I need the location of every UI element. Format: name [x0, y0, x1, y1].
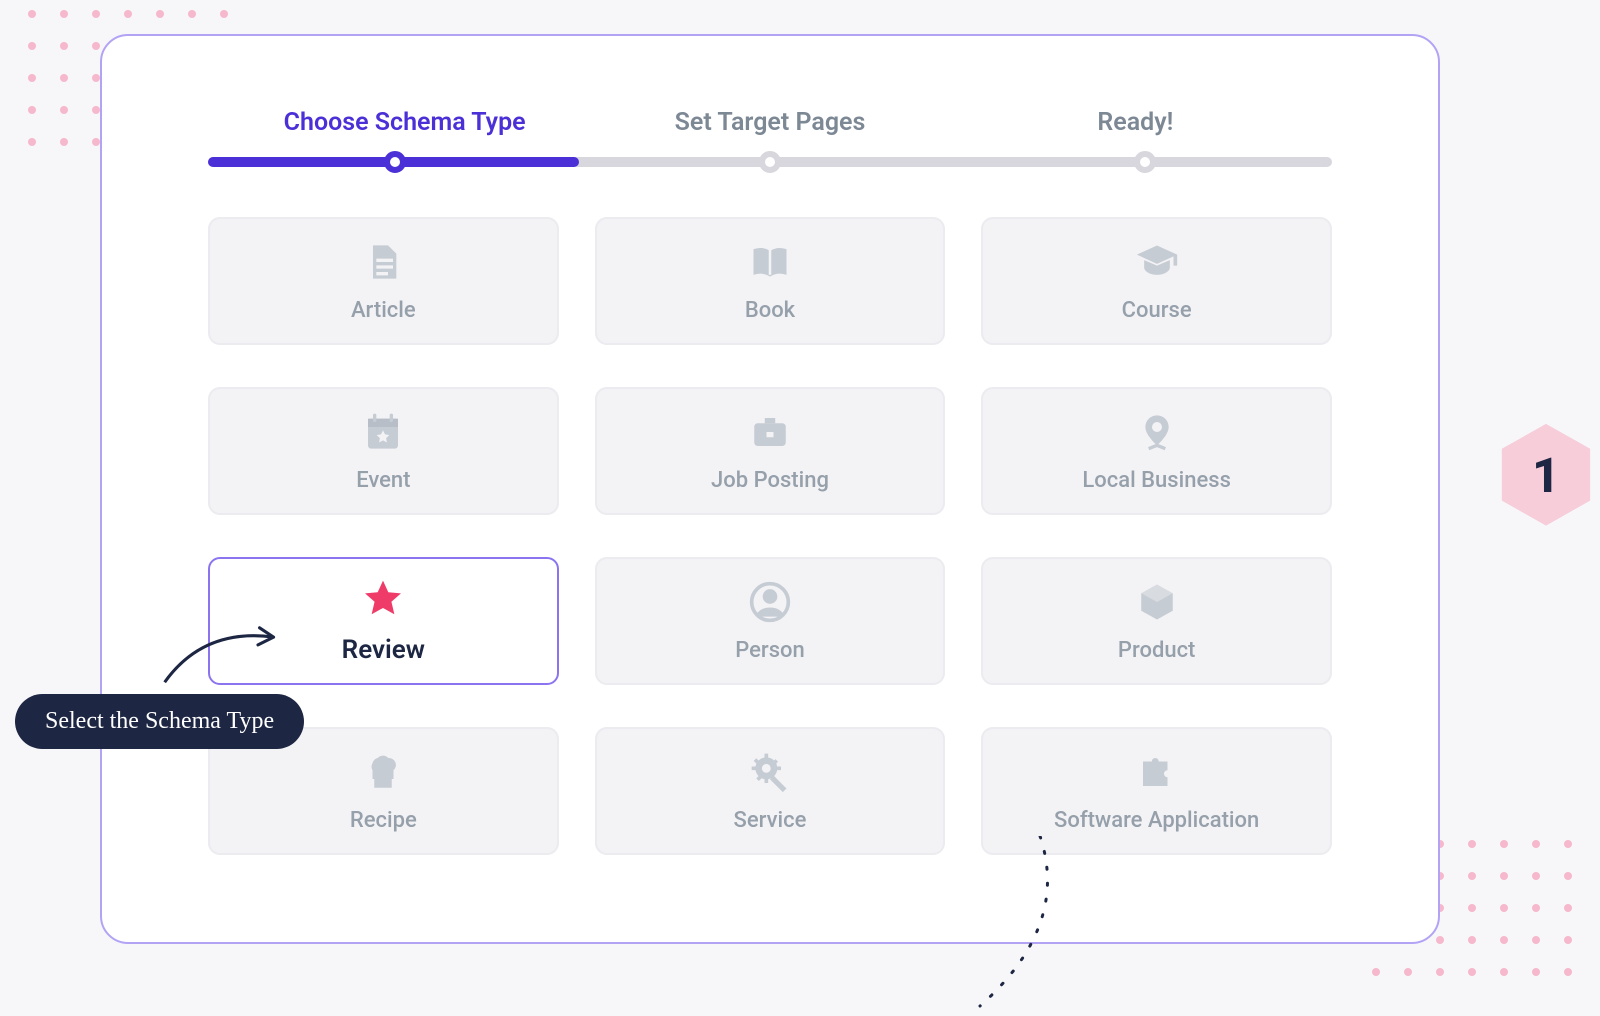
tile-label: Software Application — [1054, 808, 1259, 833]
tile-label: Event — [356, 468, 410, 493]
progress-stepper: Choose Schema Type Set Target Pages Read… — [208, 108, 1332, 167]
tile-label: Job Posting — [711, 468, 829, 493]
step-dot-1[interactable] — [384, 151, 406, 173]
tile-label: Course — [1122, 298, 1192, 323]
star-icon — [361, 577, 405, 621]
stepper-track — [208, 157, 1332, 167]
user-circle-icon — [748, 580, 792, 624]
step-label-1[interactable]: Choose Schema Type — [222, 108, 587, 137]
tile-course[interactable]: Course — [981, 217, 1332, 345]
tile-article[interactable]: Article — [208, 217, 559, 345]
schema-wizard-panel: Choose Schema Type Set Target Pages Read… — [100, 34, 1440, 944]
briefcase-icon — [748, 410, 792, 454]
gear-wrench-icon — [748, 750, 792, 794]
step-label-2[interactable]: Set Target Pages — [587, 108, 952, 137]
step-dot-3[interactable] — [1134, 151, 1156, 173]
tile-book[interactable]: Book — [595, 217, 946, 345]
annotation-callout: Select the Schema Type — [15, 694, 304, 749]
puzzle-icon — [1135, 750, 1179, 794]
tile-person[interactable]: Person — [595, 557, 946, 685]
document-icon — [361, 240, 405, 284]
tile-event[interactable]: Event — [208, 387, 559, 515]
tile-label: Local Business — [1082, 468, 1231, 493]
step-label-3[interactable]: Ready! — [953, 108, 1318, 137]
stepper-labels: Choose Schema Type Set Target Pages Read… — [208, 108, 1332, 137]
chef-hat-icon — [361, 750, 405, 794]
tile-label: Product — [1118, 638, 1195, 663]
tile-label: Book — [745, 298, 795, 323]
tile-review[interactable]: Review — [208, 557, 559, 685]
book-icon — [748, 240, 792, 284]
step-dot-2[interactable] — [759, 151, 781, 173]
calendar-star-icon — [361, 410, 405, 454]
step-number-badge: 1 — [1498, 420, 1594, 530]
tile-service[interactable]: Service — [595, 727, 946, 855]
tile-label: Article — [351, 298, 416, 323]
grad-cap-icon — [1135, 240, 1179, 284]
tile-job-posting[interactable]: Job Posting — [595, 387, 946, 515]
tile-software-application[interactable]: Software Application — [981, 727, 1332, 855]
tile-label: Review — [342, 635, 425, 665]
tile-local-business[interactable]: Local Business — [981, 387, 1332, 515]
tile-label: Recipe — [350, 808, 417, 833]
box-icon — [1135, 580, 1179, 624]
tile-label: Person — [735, 638, 805, 663]
map-pin-icon — [1135, 410, 1179, 454]
schema-tile-grid: Article Book Course Event Job Posting — [208, 217, 1332, 855]
step-number: 1 — [1532, 447, 1560, 504]
tile-label: Service — [734, 808, 807, 833]
tile-product[interactable]: Product — [981, 557, 1332, 685]
